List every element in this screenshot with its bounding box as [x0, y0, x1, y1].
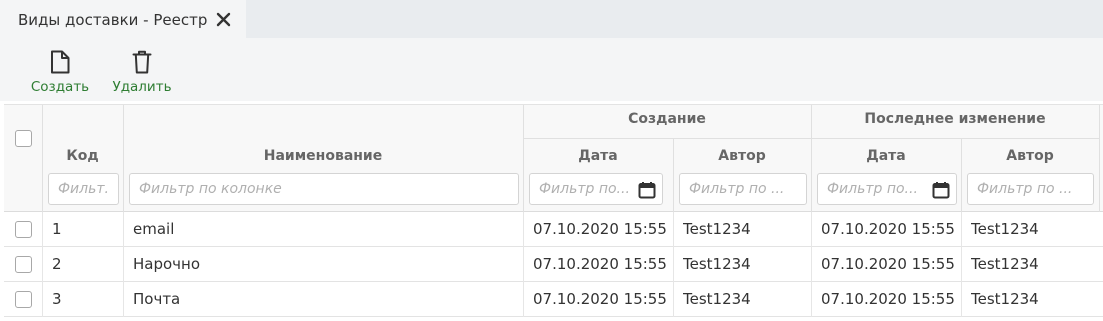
filter-changed-date: [817, 173, 957, 205]
cell-created-date: 07.10.2020 15:55: [533, 220, 667, 238]
cell-changed-author: Test1234: [971, 255, 1039, 273]
table-row[interactable]: 1 email 07.10.2020 15:55 Test1234 07.10.…: [4, 212, 1103, 247]
delete-button[interactable]: Удалить: [111, 38, 173, 101]
filter-name-input[interactable]: [130, 174, 518, 204]
column-header-created-author[interactable]: Автор: [673, 148, 811, 164]
header-separator: [1099, 105, 1100, 212]
filter-changed-author-input[interactable]: [968, 174, 1093, 204]
cell-changed-author: Test1234: [971, 290, 1039, 308]
group-separator: [523, 138, 1100, 139]
group-header-last-change: Последнее изменение: [864, 111, 1046, 127]
table-row[interactable]: 2 Нарочно 07.10.2020 15:55 Test1234 07.1…: [4, 247, 1103, 282]
cell-name: Почта: [133, 290, 181, 308]
cell-created-date: 07.10.2020 15:55: [533, 255, 667, 273]
group-header-creation: Создание: [628, 111, 706, 127]
select-all-checkbox[interactable]: [15, 130, 32, 147]
cell-created-date: 07.10.2020 15:55: [533, 290, 667, 308]
cell-changed-date: 07.10.2020 15:55: [821, 290, 955, 308]
cell-created-author: Test1234: [683, 290, 751, 308]
cell-code: 1: [52, 220, 62, 238]
cell-code: 2: [52, 255, 62, 273]
filter-created-date: [529, 173, 663, 205]
tab-delivery-types-registry[interactable]: Виды доставки - Реестр: [0, 0, 246, 39]
filter-code-input[interactable]: [49, 174, 118, 204]
filter-created-author-input[interactable]: [680, 174, 806, 204]
create-button[interactable]: Создать: [30, 38, 90, 101]
delete-button-label: Удалить: [112, 79, 172, 95]
cell-created-author: Test1234: [683, 255, 751, 273]
column-header-code[interactable]: Код: [42, 148, 123, 164]
cell-changed-date: 07.10.2020 15:55: [821, 220, 955, 238]
filter-code: [48, 173, 119, 205]
cell-name: Нарочно: [133, 255, 201, 273]
cell-created-author: Test1234: [683, 220, 751, 238]
column-header-changed-author[interactable]: Автор: [961, 148, 1099, 164]
column-header-changed-date[interactable]: Дата: [811, 148, 961, 164]
cell-changed-author: Test1234: [971, 220, 1039, 238]
row-checkbox[interactable]: [15, 256, 32, 273]
close-icon[interactable]: [215, 11, 232, 28]
create-button-label: Создать: [30, 79, 90, 95]
cell-code: 3: [52, 290, 62, 308]
document-icon: [51, 50, 70, 74]
row-checkbox[interactable]: [15, 291, 32, 308]
trash-icon: [132, 50, 152, 74]
column-header-name[interactable]: Наименование: [123, 148, 523, 164]
tab-bar: Виды доставки - Реестр: [0, 0, 1103, 39]
row-checkbox[interactable]: [15, 221, 32, 238]
calendar-icon[interactable]: [638, 181, 656, 199]
tab-title: Виды доставки - Реестр: [18, 10, 208, 29]
filter-created-author: [679, 173, 807, 205]
table-row[interactable]: 3 Почта 07.10.2020 15:55 Test1234 07.10.…: [4, 282, 1103, 317]
grid-header: Создание Последнее изменение Код Наимено…: [4, 105, 1103, 212]
filter-changed-author: [967, 173, 1094, 205]
toolbar: Создать Удалить: [0, 38, 1103, 101]
cell-changed-date: 07.10.2020 15:55: [821, 255, 955, 273]
calendar-icon[interactable]: [932, 181, 950, 199]
column-header-created-date[interactable]: Дата: [523, 148, 673, 164]
cell-name: email: [133, 220, 175, 238]
filter-name: [129, 173, 519, 205]
registry-grid: Создание Последнее изменение Код Наимено…: [4, 104, 1103, 321]
